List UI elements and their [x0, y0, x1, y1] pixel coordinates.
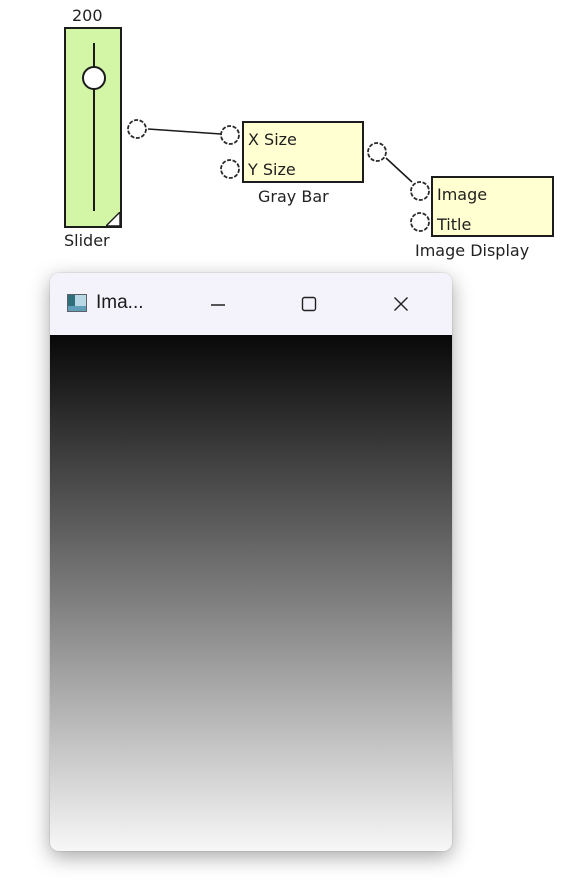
- gray-bar-output-port[interactable]: [365, 140, 389, 164]
- wire-slider-to-xsize: [147, 128, 222, 135]
- title-input-port[interactable]: [408, 210, 432, 234]
- gray-bar-input-xsize: X Size: [248, 130, 297, 149]
- gray-bar-input-ysize: Y Size: [248, 160, 296, 179]
- minimize-button[interactable]: [195, 285, 241, 323]
- resize-corner-icon[interactable]: [106, 212, 120, 226]
- image-display-block[interactable]: Image Title: [431, 176, 554, 237]
- image-input-port[interactable]: [408, 179, 432, 203]
- image-display-input-image: Image: [437, 185, 488, 204]
- gray-gradient-image: [50, 335, 452, 851]
- maximize-icon: [301, 296, 317, 312]
- slider-value-label: 200: [72, 6, 103, 25]
- slider-caption: Slider: [64, 231, 110, 250]
- image-display-window[interactable]: Ima...: [50, 273, 452, 851]
- window-title-bar[interactable]: Ima...: [50, 273, 452, 335]
- gray-bar-block[interactable]: X Size Y Size: [242, 121, 364, 183]
- image-app-icon: [67, 294, 87, 312]
- ysize-input-port[interactable]: [218, 157, 242, 181]
- close-button[interactable]: [378, 285, 424, 323]
- window-title: Ima...: [96, 292, 144, 313]
- image-display-input-title: Title: [437, 215, 472, 234]
- xsize-input-port[interactable]: [218, 123, 242, 147]
- image-display-caption: Image Display: [415, 241, 530, 260]
- slider-knob[interactable]: [82, 66, 106, 90]
- slider-output-port[interactable]: [125, 117, 149, 141]
- slider-block[interactable]: [64, 27, 122, 228]
- gray-bar-caption: Gray Bar: [258, 187, 329, 206]
- close-icon: [394, 297, 408, 311]
- maximize-button[interactable]: [286, 285, 332, 323]
- minimize-icon: [211, 304, 225, 306]
